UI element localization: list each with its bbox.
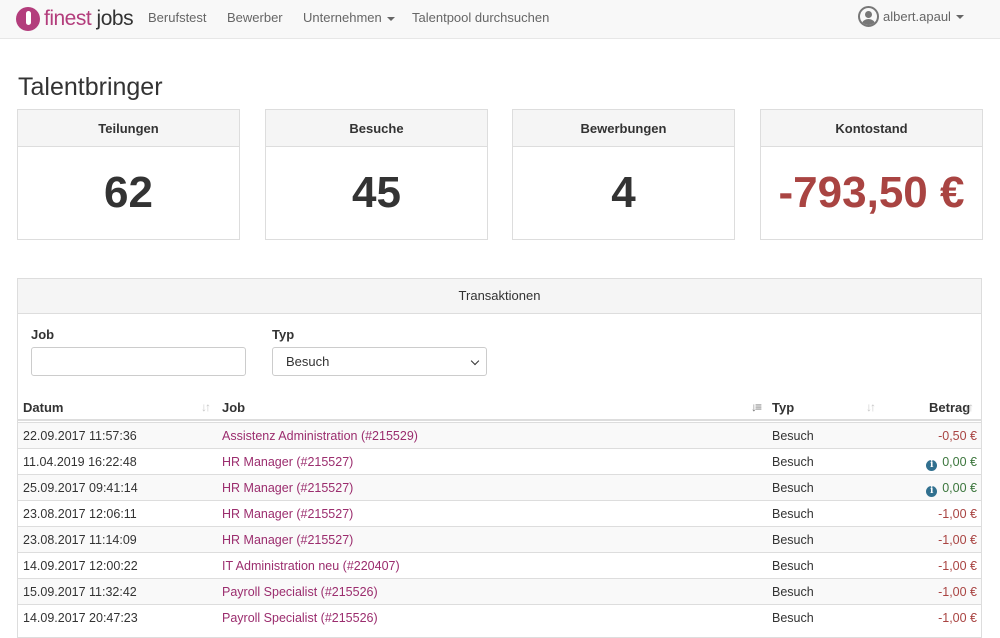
chevron-down-icon [470, 356, 480, 366]
filter-typ-selected: Besuch [286, 354, 330, 369]
cell-betrag: -1,00 € [938, 559, 977, 573]
user-name: albert.apaul [883, 9, 951, 24]
filter-typ-select[interactable]: Besuch [272, 347, 487, 376]
nav-talentpool[interactable]: Talentpool durchsuchen [412, 10, 549, 25]
nav-unternehmen-dropdown[interactable]: Unternehmen [303, 10, 395, 25]
sort-icon[interactable]: ↓↑ [866, 400, 876, 414]
cell-typ: Besuch [772, 507, 814, 521]
cell-betrag-wrap: i 0,00 € [926, 481, 977, 497]
cell-typ: Besuch [772, 559, 814, 573]
cell-datum: 23.08.2017 11:14:09 [23, 533, 137, 547]
cell-job-link[interactable]: HR Manager (#215527) [222, 507, 353, 521]
cell-typ: Besuch [772, 455, 814, 469]
user-avatar-icon [858, 6, 879, 27]
brand-name-part1: finest [44, 7, 92, 30]
stat-value: 45 [352, 168, 401, 217]
cell-datum: 14.09.2017 20:47:23 [23, 611, 138, 625]
stat-card-kontostand: Kontostand -793,50 € [760, 109, 983, 240]
stat-card-teilungen: Teilungen 62 [17, 109, 240, 240]
filter-job-label: Job [31, 327, 55, 342]
cell-datum: 14.09.2017 12:00:22 [23, 559, 138, 573]
stat-card-bewerbungen: Bewerbungen 4 [512, 109, 735, 240]
stat-label: Bewerbungen [513, 110, 734, 147]
cell-job-link[interactable]: IT Administration neu (#220407) [222, 559, 400, 573]
filter-job-input[interactable] [31, 347, 246, 376]
table-row: 14.09.2017 20:47:23 Payroll Specialist (… [18, 604, 981, 630]
cell-betrag: -0,50 € [938, 429, 977, 443]
caret-down-icon [955, 14, 964, 19]
table-row: 22.09.2017 11:57:36 Assistenz Administra… [18, 422, 981, 448]
panel-title: Transaktionen [18, 279, 981, 314]
brand-logo[interactable]: finest jobs [16, 4, 134, 34]
cell-typ: Besuch [772, 611, 814, 625]
stat-value: 62 [104, 168, 153, 217]
nav-berufstest[interactable]: Berufstest [148, 10, 207, 25]
table-row: 23.08.2017 11:14:09 HR Manager (#215527)… [18, 526, 981, 552]
cell-datum: 23.08.2017 12:06:11 [23, 507, 137, 521]
brand-name-part2: jobs [96, 7, 134, 30]
table-row: 23.08.2017 12:06:11 HR Manager (#215527)… [18, 500, 981, 526]
cell-betrag-wrap: i 0,00 € [926, 455, 977, 471]
cell-typ: Besuch [772, 533, 814, 547]
nav-unternehmen-label: Unternehmen [303, 10, 382, 25]
sort-ascending-icon[interactable]: ↓≡ [751, 400, 762, 414]
cell-betrag: -1,00 € [938, 611, 977, 625]
stat-value: 4 [611, 168, 636, 217]
info-icon[interactable]: i [926, 460, 938, 471]
cell-betrag: -1,00 € [938, 533, 977, 547]
user-menu[interactable]: albert.apaul [858, 6, 964, 27]
table-row: 25.09.2017 09:41:14 HR Manager (#215527)… [18, 474, 981, 500]
cell-job-link[interactable]: Payroll Specialist (#215526) [222, 585, 378, 599]
stat-label: Kontostand [761, 110, 982, 147]
cell-datum: 15.09.2017 11:32:42 [23, 585, 137, 599]
stat-label: Teilungen [18, 110, 239, 147]
cell-datum: 25.09.2017 09:41:14 [23, 481, 138, 495]
table-row: 11.04.2019 16:22:48 HR Manager (#215527)… [18, 448, 981, 474]
table-row: 15.09.2017 11:32:42 Payroll Specialist (… [18, 578, 981, 604]
stat-value-balance: -793,50 € [778, 168, 965, 217]
stat-card-besuche: Besuche 45 [265, 109, 488, 240]
cell-betrag: 0,00 € [942, 455, 977, 469]
filter-typ-label: Typ [272, 327, 295, 342]
cell-betrag: 0,00 € [942, 481, 977, 495]
stat-label: Besuche [266, 110, 487, 147]
cell-typ: Besuch [772, 585, 814, 599]
nav-bewerber[interactable]: Bewerber [227, 10, 283, 25]
transactions-panel: Transaktionen Job Typ Besuch Datum ↓↑ Jo… [17, 278, 982, 638]
table-row: 14.09.2017 12:00:22 IT Administration ne… [18, 552, 981, 578]
cell-datum: 22.09.2017 11:57:36 [23, 429, 137, 443]
sort-icon[interactable]: ↓↑ [201, 400, 211, 414]
column-header-typ[interactable]: Typ [772, 400, 794, 415]
cell-betrag: -1,00 € [938, 585, 977, 599]
cell-typ: Besuch [772, 481, 814, 495]
cell-betrag: -1,00 € [938, 507, 977, 521]
cell-job-link[interactable]: HR Manager (#215527) [222, 533, 353, 547]
top-navbar: finest jobs Berufstest Bewerber Unterneh… [0, 0, 1000, 39]
sort-icon[interactable]: ↓↑ [964, 400, 974, 414]
page-title: Talentbringer [18, 73, 163, 101]
column-header-datum[interactable]: Datum [23, 400, 63, 415]
cell-typ: Besuch [772, 429, 814, 443]
table-header: Datum ↓↑ Job ↓≡ Typ ↓↑ Betrag ↓↑ [18, 395, 981, 421]
column-header-job[interactable]: Job [222, 400, 245, 415]
cell-job-link[interactable]: Assistenz Administration (#215529) [222, 429, 418, 443]
cell-job-link[interactable]: HR Manager (#215527) [222, 481, 353, 495]
brand-name: finest jobs [44, 7, 134, 31]
logo-mark-icon [16, 7, 40, 31]
info-icon[interactable]: i [926, 486, 938, 497]
cell-datum: 11.04.2019 16:22:48 [23, 455, 137, 469]
cell-job-link[interactable]: Payroll Specialist (#215526) [222, 611, 378, 625]
cell-job-link[interactable]: HR Manager (#215527) [222, 455, 353, 469]
caret-down-icon [386, 16, 395, 21]
